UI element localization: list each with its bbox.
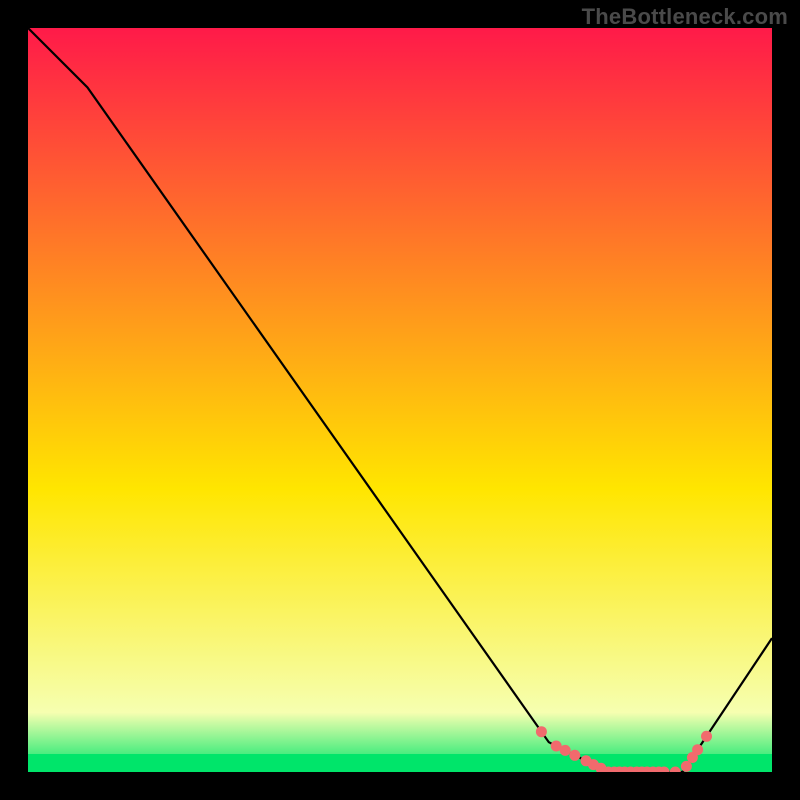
- valley-dot: [701, 731, 712, 742]
- chart-svg: [28, 28, 772, 772]
- gradient-bg: [28, 28, 772, 772]
- valley-dot: [560, 745, 571, 756]
- watermark-text: TheBottleneck.com: [582, 4, 788, 30]
- valley-dot: [692, 744, 703, 755]
- valley-dot: [536, 726, 547, 737]
- valley-dot: [569, 750, 580, 761]
- chart-frame: TheBottleneck.com: [0, 0, 800, 800]
- plot-area: [28, 28, 772, 772]
